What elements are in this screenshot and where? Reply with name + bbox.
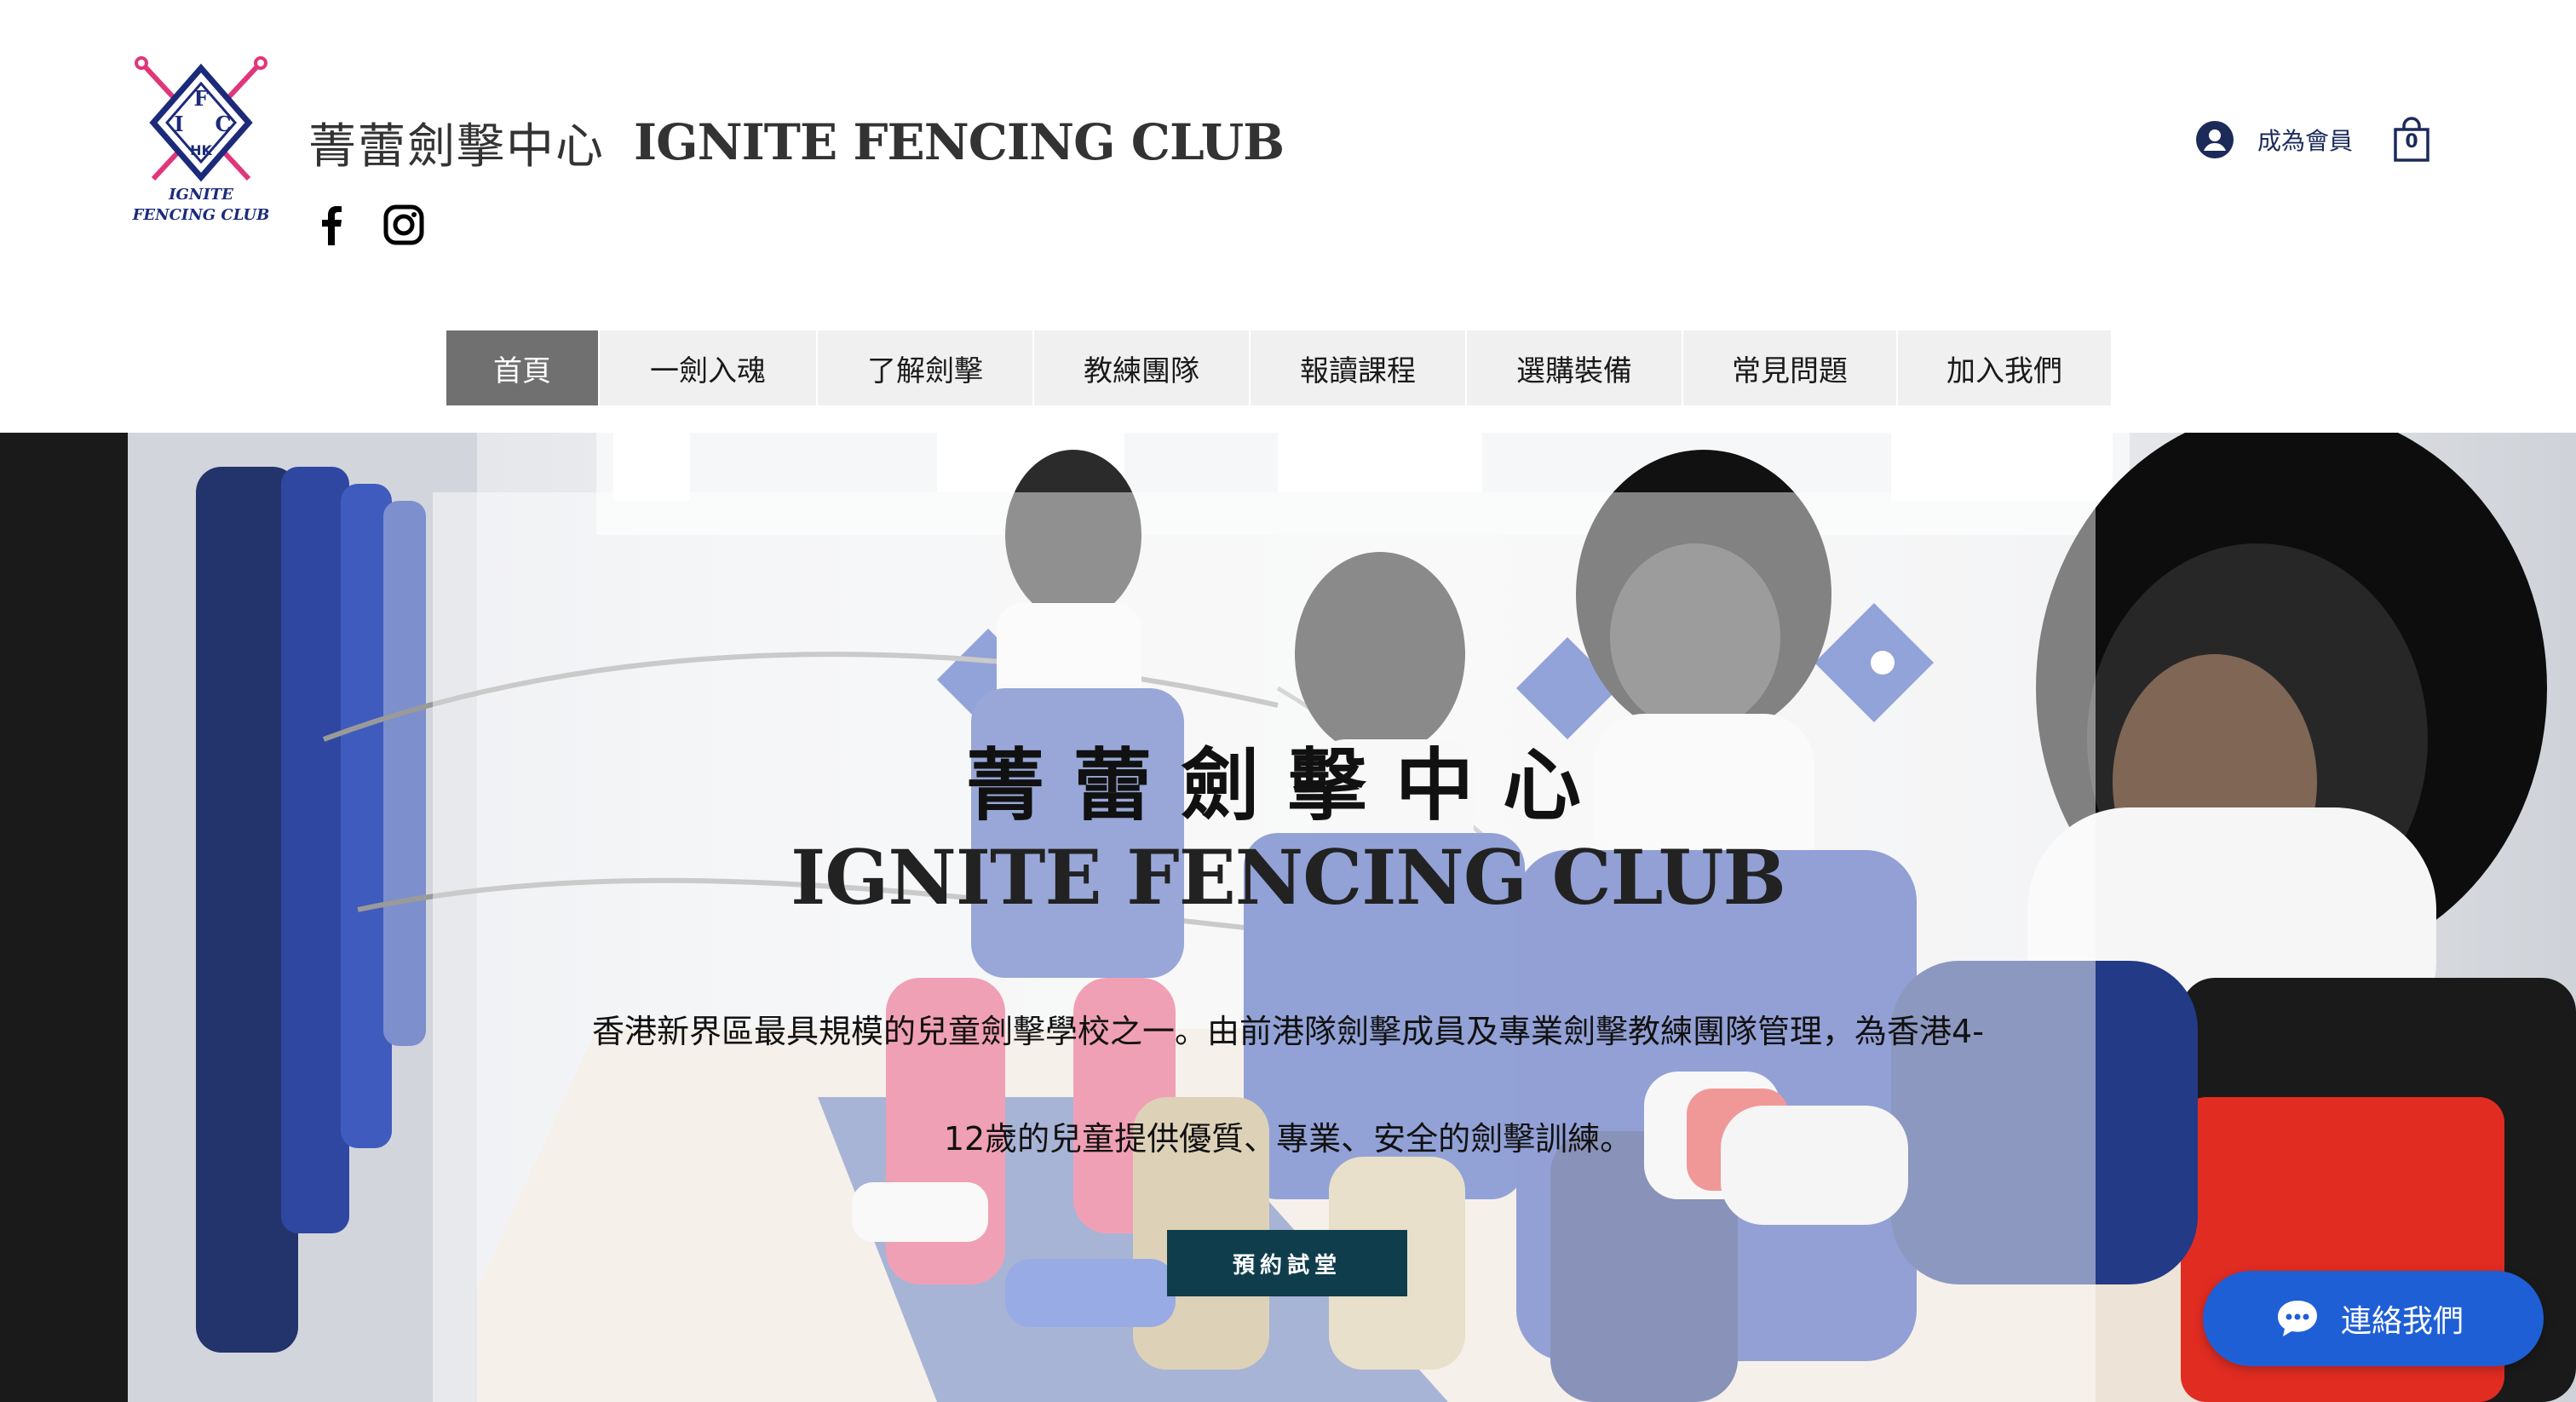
- hero-description: 香港新界區最具規模的兒童劍擊學校之一。由前港隊劍擊成員及專業劍擊教練團隊管理，為…: [511, 978, 2065, 1192]
- shopping-cart-button[interactable]: 0: [2392, 116, 2431, 164]
- hero-title-en: IGNITE FENCING CLUB: [791, 833, 1786, 922]
- hero-section: 菁蕾劍擊中心 IGNITE FENCING CLUB 香港新界區最具規模的兒童劍…: [0, 433, 2576, 1402]
- site-title[interactable]: 菁蕾劍擊中心 IGNITE FENCING CLUB: [308, 104, 1285, 181]
- site-title-zh: 菁蕾劍擊中心: [308, 118, 605, 175]
- hero-title-zh: 菁蕾劍擊中心: [965, 740, 1610, 831]
- logo-letter-f: F: [193, 86, 208, 111]
- nav-item-about-fencing[interactable]: 了解劍擊: [818, 330, 1034, 405]
- nav-item-one-sword[interactable]: 一劍入魂: [600, 330, 818, 405]
- site-header: F I C HK IGNITE FENCING CLUB 菁蕾劍擊中心 IGNI…: [0, 0, 2576, 433]
- nav-item-coaches[interactable]: 教練團隊: [1034, 330, 1251, 405]
- member-login-label: 成為會員: [2257, 127, 2354, 155]
- logo-badge: HK: [190, 142, 212, 158]
- logo-emblem: F I C HK IGNITE FENCING CLUB: [132, 56, 270, 224]
- nav-item-faq[interactable]: 常見問題: [1683, 330, 1898, 405]
- chat-bubble-icon: [2278, 1301, 2317, 1336]
- social-links: [308, 201, 428, 249]
- hero-description-line1: 香港新界區最具規模的兒童劍擊學校之一。由前港隊劍擊成員及專業劍擊教練團隊管理，為…: [592, 1013, 1984, 1050]
- nav-item-join-us[interactable]: 加入我們: [1898, 330, 2111, 405]
- logo-letter-i: I: [174, 112, 183, 136]
- contact-chat-label: 連絡我們: [2341, 1304, 2464, 1339]
- book-trial-button[interactable]: 預約試堂: [1167, 1230, 1407, 1296]
- user-avatar-icon: [2196, 121, 2234, 158]
- main-nav: 首頁 一劍入魂 了解劍擊 教練團隊 報讀課程 選購裝備 常見問題 加入我們: [446, 330, 2111, 405]
- logo-letter-c: C: [215, 112, 231, 136]
- logo-text-line2: FENCING CLUB: [132, 206, 270, 224]
- instagram-icon[interactable]: [380, 201, 428, 249]
- nav-item-shop[interactable]: 選購裝備: [1467, 330, 1683, 405]
- club-logo[interactable]: F I C HK IGNITE FENCING CLUB: [129, 55, 273, 225]
- member-login-button[interactable]: 成為會員: [2194, 119, 2353, 160]
- nav-item-courses[interactable]: 報讀課程: [1251, 330, 1467, 405]
- hero-description-line2: 12歲的兒童提供優質、專業、安全的劍擊訓練。: [943, 1120, 1633, 1158]
- cart-count: 0: [2405, 131, 2418, 152]
- nav-item-home[interactable]: 首頁: [446, 330, 600, 405]
- facebook-icon[interactable]: [308, 201, 356, 249]
- contact-chat-button[interactable]: 連絡我們: [2203, 1271, 2544, 1366]
- site-title-en: IGNITE FENCING CLUB: [634, 113, 1285, 171]
- logo-text-line1: IGNITE: [168, 186, 233, 204]
